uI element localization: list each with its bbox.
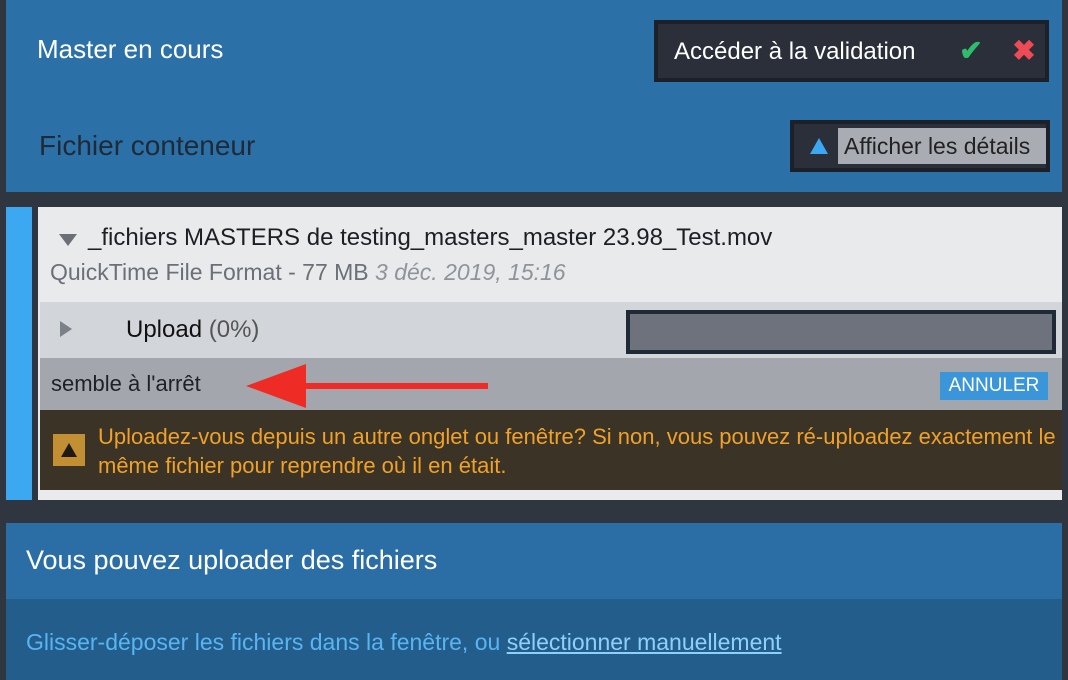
upload-row[interactable]: Upload (0%): [40, 302, 1062, 358]
drop-instructions: Glisser-déposer les fichiers dans la fen…: [26, 629, 501, 655]
status-row: semble à l'arrêt ANNULER: [40, 358, 1062, 410]
caret-right-icon[interactable]: [59, 320, 73, 338]
upload-percent: (0%): [208, 316, 260, 343]
cancel-button[interactable]: ANNULER: [940, 372, 1048, 400]
upload-label: Upload (0%): [126, 316, 259, 344]
page-title: Master en cours: [37, 34, 224, 64]
upload-header: Vous pouvez uploader des fichiers: [6, 523, 1062, 599]
show-details-label: Afficher les détails: [838, 128, 1046, 164]
upload-status: semble à l'arrêt: [51, 371, 201, 396]
file-card-divider: [32, 207, 38, 500]
warning-box: Uploadez-vous depuis un autre onglet ou …: [40, 410, 1062, 490]
warning-message: Uploadez-vous depuis un autre onglet ou …: [98, 424, 1056, 478]
file-card: _fichiers MASTERS de testing_masters_mas…: [6, 207, 1062, 500]
drop-zone-text: Glisser-déposer les fichiers dans la fen…: [26, 629, 782, 656]
annotation-arrow-icon: [246, 364, 488, 408]
validation-label[interactable]: Accéder à la validation: [674, 38, 915, 66]
warning-triangle-icon: [53, 434, 85, 466]
file-meta: QuickTime File Format - 77 MB 3 déc. 201…: [50, 259, 566, 286]
close-icon[interactable]: ✖: [1008, 34, 1040, 68]
upload-progress-bar: [626, 310, 1056, 354]
file-date: 3 déc. 2019, 15:16: [375, 259, 566, 285]
master-panel: Master en cours Accéder à la validation …: [6, 0, 1062, 192]
upload-panel: Vous pouvez uploader des fichiers Glisse…: [6, 523, 1062, 680]
file-format-size: QuickTime File Format - 77 MB: [50, 259, 369, 285]
container-title: Fichier conteneur: [39, 130, 256, 161]
progress-track: [630, 314, 1052, 350]
check-icon[interactable]: ✔: [955, 34, 987, 68]
select-files-link[interactable]: sélectionner manuellement: [507, 629, 782, 655]
caret-down-icon[interactable]: [58, 233, 78, 247]
show-details-button[interactable]: Afficher les détails: [790, 120, 1050, 172]
validation-bar: Accéder à la validation ✔ ✖: [654, 20, 1049, 82]
triangle-up-icon: [810, 138, 828, 154]
file-accent-bar: [6, 207, 32, 500]
upload-title: Vous pouvez uploader des fichiers: [26, 545, 438, 575]
file-name: _fichiers MASTERS de testing_masters_mas…: [88, 224, 773, 251]
upload-label-text: Upload: [126, 316, 203, 343]
